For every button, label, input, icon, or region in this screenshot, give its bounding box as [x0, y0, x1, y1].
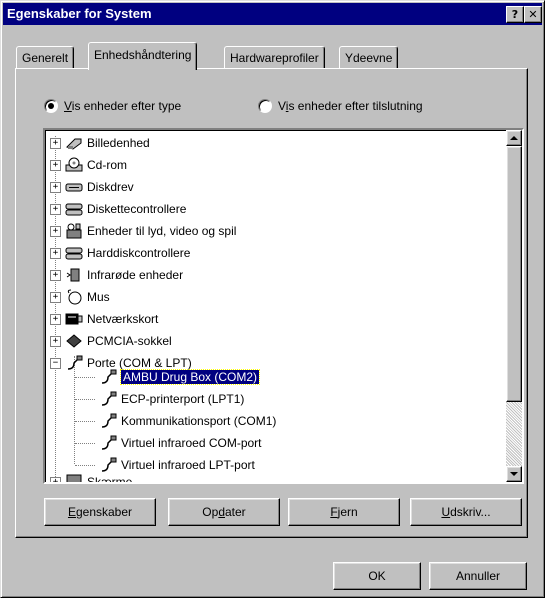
view-by-type-radio[interactable]	[44, 99, 58, 113]
view-by-connection-label: Vis enheder efter tilslutning	[278, 99, 423, 113]
tree-item-label: Skærme	[87, 475, 133, 484]
tree-item-pcmcia[interactable]: + PCMCIA-sokkel	[50, 332, 172, 350]
expand-icon[interactable]: +	[50, 203, 61, 215]
collapse-icon[interactable]: −	[50, 357, 61, 369]
tree-item-disk-drives[interactable]: + Diskdrev	[50, 178, 134, 196]
tree-item-sound-video[interactable]: + Enheder til lyd, video og spil	[50, 222, 236, 240]
expand-icon[interactable]: +	[50, 247, 61, 259]
tree-item-label: Mus	[87, 290, 110, 304]
refresh-button[interactable]: Opdater	[168, 498, 280, 526]
port-connector-icon	[99, 435, 117, 451]
tree-item-imaging[interactable]: + Billedenhed	[50, 134, 150, 152]
expand-icon[interactable]: +	[50, 291, 61, 303]
port-connector-icon	[99, 369, 117, 385]
network-card-icon	[65, 311, 83, 327]
view-by-type-label: Vis enheder efter type	[64, 99, 182, 113]
tree-item-label: Netværkskort	[87, 312, 159, 326]
view-by-connection-radio[interactable]	[258, 99, 272, 113]
scroll-up-button[interactable]	[506, 130, 522, 146]
disk-controller-icon	[65, 245, 83, 261]
view-by-connection-option[interactable]: Vis enheder efter tilslutning	[258, 99, 423, 113]
tree-item-label: Cd-rom	[87, 158, 128, 172]
tab-performance[interactable]: Ydeevne	[339, 46, 399, 69]
tree-item-label: PCMCIA-sokkel	[87, 334, 172, 348]
tree-item-floppy-controllers[interactable]: + Diskettecontrollere	[50, 200, 186, 218]
infrared-icon	[65, 267, 83, 283]
port-connector-icon	[99, 457, 117, 473]
cdrom-icon	[65, 157, 83, 173]
tree-item-infrared[interactable]: + Infrarøde enheder	[50, 266, 183, 284]
tree-item-mouse[interactable]: + Mus	[50, 288, 110, 306]
camera-icon	[65, 135, 83, 151]
disk-drive-icon	[65, 179, 83, 195]
expand-icon[interactable]: +	[50, 476, 61, 482]
tree-item-cdrom[interactable]: + Cd-rom	[50, 156, 127, 174]
arrow-up-icon	[510, 136, 518, 140]
tree-item-monitors[interactable]: + Skærme	[50, 473, 133, 484]
tree-item-hdd-controllers[interactable]: + Harddiskcontrollere	[50, 244, 190, 262]
tree-item-label: Diskettecontrollere	[87, 202, 187, 216]
tree-item-label: Virtuel infraroed LPT-port	[121, 458, 255, 472]
tree-item-label: Enheder til lyd, video og spil	[87, 224, 237, 238]
tree-item-label: Harddiskcontrollere	[87, 246, 191, 260]
tree-item-network[interactable]: + Netværkskort	[50, 310, 158, 328]
tree-item-port-ambu[interactable]: AMBU Drug Box (COM2)	[99, 368, 261, 386]
print-button[interactable]: Udskriv...	[410, 498, 522, 526]
close-button[interactable]: ✕	[524, 6, 542, 23]
tree-scrollbar[interactable]	[506, 130, 522, 482]
cancel-button[interactable]: Annuller	[429, 562, 527, 590]
tree-item-label: ECP-printerport (LPT1)	[121, 392, 245, 406]
mouse-icon	[65, 289, 83, 305]
expand-icon[interactable]: +	[50, 335, 61, 347]
view-by-type-option[interactable]: Vis enheder efter type	[44, 99, 181, 113]
port-connector-icon	[65, 355, 83, 371]
port-connector-icon	[99, 391, 117, 407]
tree-item-label: Billedenhed	[87, 136, 150, 150]
tree-item-label: Diskdrev	[87, 180, 134, 194]
title-bar[interactable]: Egenskaber for System ? ✕	[3, 3, 542, 25]
scroll-thumb[interactable]	[506, 146, 522, 402]
expand-icon[interactable]: +	[50, 137, 61, 149]
tree-item-port-lpt1[interactable]: ECP-printerport (LPT1)	[99, 390, 244, 408]
remove-button[interactable]: Fjern	[288, 498, 400, 526]
tab-device-manager[interactable]: Enhedshåndtering	[88, 42, 198, 70]
scroll-down-button[interactable]	[506, 466, 522, 482]
tab-general[interactable]: Generelt	[16, 46, 75, 69]
disk-controller-icon	[65, 201, 83, 217]
tab-hardware-profiles[interactable]: Hardwareprofiler	[224, 46, 325, 69]
expand-icon[interactable]: +	[50, 269, 61, 281]
expand-icon[interactable]: +	[50, 181, 61, 193]
tree-item-port-com1[interactable]: Kommunikationsport (COM1)	[99, 412, 276, 430]
window-title: Egenskaber for System	[7, 6, 152, 21]
arrow-down-icon	[510, 472, 518, 476]
pcmcia-icon	[65, 333, 83, 349]
monitor-icon	[65, 474, 83, 482]
help-button[interactable]: ?	[506, 6, 524, 23]
expand-icon[interactable]: +	[50, 313, 61, 325]
device-tree[interactable]: + Billedenhed + Cd-rom + Diskdrev + Disk…	[43, 128, 524, 484]
tree-item-label: Infrarøde enheder	[87, 268, 184, 282]
properties-button[interactable]: Egenskaber	[44, 498, 156, 526]
port-connector-icon	[99, 413, 117, 429]
tree-item-port-virtual-com[interactable]: Virtuel infraroed COM-port	[99, 434, 262, 452]
expand-icon[interactable]: +	[50, 225, 61, 237]
tree-item-port-virtual-lpt[interactable]: Virtuel infraroed LPT-port	[99, 456, 255, 474]
tree-item-label: Virtuel infraroed COM-port	[121, 436, 262, 450]
tree-item-label: AMBU Drug Box (COM2)	[119, 369, 261, 385]
expand-icon[interactable]: +	[50, 159, 61, 171]
ok-button[interactable]: OK	[333, 562, 421, 590]
tree-item-label: Kommunikationsport (COM1)	[121, 414, 277, 428]
sound-video-icon	[65, 223, 83, 239]
